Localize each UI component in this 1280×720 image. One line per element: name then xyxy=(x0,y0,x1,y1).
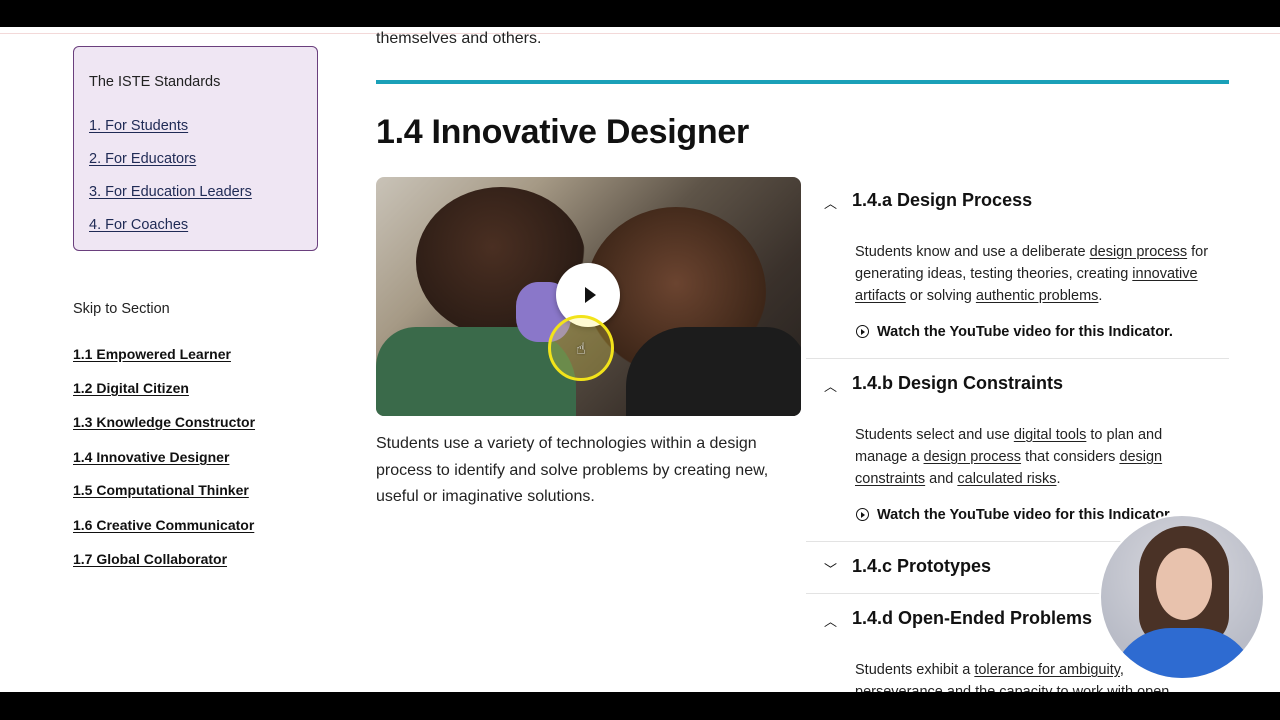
accordion-title: 1.4.d Open-Ended Problems xyxy=(852,608,1093,628)
section-link-1-2[interactable]: 1.2 Digital Citizen xyxy=(73,380,189,396)
accordion-header-1-4-a[interactable]: ︿ 1.4.a Design Process xyxy=(806,180,1229,224)
section-title: 1.4 Innovative Designer xyxy=(376,113,749,151)
accordion-title: 1.4.a Design Process xyxy=(852,190,1033,210)
glossary-link[interactable]: design process xyxy=(924,449,1022,465)
chevron-down-icon: ﹀ xyxy=(824,562,838,577)
section-description: Students use a variety of technologies w… xyxy=(376,435,769,505)
glossary-link[interactable]: calculated risks xyxy=(957,471,1056,487)
body-text: perseverance and the capacity to work wi… xyxy=(855,684,1170,692)
glossary-link[interactable]: digital tools xyxy=(1014,427,1087,443)
watch-video-link-1-4-a[interactable]: Watch the YouTube video for this Indicat… xyxy=(856,324,1173,340)
link-for-educators[interactable]: 2. For Educators xyxy=(89,151,196,167)
watch-label: Watch the YouTube video for this Indicat… xyxy=(877,324,1173,340)
play-icon xyxy=(585,287,596,303)
video-player[interactable]: ☝ xyxy=(376,177,801,416)
intro-text-tail: themselves and others. xyxy=(376,30,542,47)
body-text: and xyxy=(925,471,958,487)
pointer-hand-icon: ☝ xyxy=(576,341,586,358)
section-divider xyxy=(376,80,1229,84)
page: The ISTE Standards 1. For Students 2. Fo… xyxy=(0,27,1280,692)
video-top-letterbox xyxy=(0,0,1280,27)
chevron-up-icon: ︿ xyxy=(824,379,838,394)
accordion-title: 1.4.c Prototypes xyxy=(852,556,992,576)
standards-title: The ISTE Standards xyxy=(89,74,221,90)
chevron-up-icon: ︿ xyxy=(824,196,838,211)
divider xyxy=(806,358,1229,359)
body-text: Students know and use a deliberate xyxy=(855,244,1090,260)
section-link-1-6[interactable]: 1.6 Creative Communicator xyxy=(73,517,254,533)
standards-nav-box: The ISTE Standards 1. For Students 2. Fo… xyxy=(73,46,318,251)
presenter-face xyxy=(1156,548,1212,620)
chevron-up-icon: ︿ xyxy=(824,614,838,629)
section-link-1-1[interactable]: 1.1 Empowered Learner xyxy=(73,346,231,362)
skip-to-section-title: Skip to Section xyxy=(73,301,170,317)
section-link-1-4[interactable]: 1.4 Innovative Designer xyxy=(73,449,229,465)
body-text: that considers xyxy=(1021,449,1120,465)
body-text: Students select and use xyxy=(855,427,1014,443)
play-circle-icon xyxy=(856,508,869,521)
glossary-link[interactable]: design process xyxy=(1090,244,1188,260)
webcam-overlay xyxy=(1099,514,1265,680)
link-for-education-leaders[interactable]: 3. For Education Leaders xyxy=(89,184,252,200)
glossary-link[interactable]: authentic problems xyxy=(976,288,1099,304)
watch-label: Watch the YouTube video for this Indicat… xyxy=(877,507,1173,523)
video-bottom-letterbox xyxy=(0,692,1280,720)
accordion-body-1-4-b: Students select and use digital tools to… xyxy=(855,424,1215,490)
watch-video-link-1-4-b[interactable]: Watch the YouTube video for this Indicat… xyxy=(856,507,1173,523)
body-text: . xyxy=(1098,288,1103,304)
play-circle-icon xyxy=(856,325,869,338)
video-thumb-figure xyxy=(626,327,801,416)
accordion-header-1-4-b[interactable]: ︿ 1.4.b Design Constraints xyxy=(806,363,1229,407)
link-for-coaches[interactable]: 4. For Coaches xyxy=(89,217,188,233)
link-for-students[interactable]: 1. For Students xyxy=(89,118,188,134)
body-text: or solving xyxy=(905,288,976,304)
glossary-link[interactable]: tolerance for ambiguity xyxy=(974,662,1120,678)
accordion-body-1-4-a: Students know and use a deliberate desig… xyxy=(855,241,1215,307)
top-rule xyxy=(0,33,1280,34)
body-text: . xyxy=(1056,471,1061,487)
section-link-1-7[interactable]: 1.7 Global Collaborator xyxy=(73,551,227,567)
body-text: Students exhibit a xyxy=(855,662,975,678)
section-link-1-5[interactable]: 1.5 Computational Thinker xyxy=(73,482,249,498)
presenter-shirt xyxy=(1111,628,1257,678)
accordion-title: 1.4.b Design Constraints xyxy=(852,373,1064,393)
section-link-1-3[interactable]: 1.3 Knowledge Constructor xyxy=(73,414,255,430)
